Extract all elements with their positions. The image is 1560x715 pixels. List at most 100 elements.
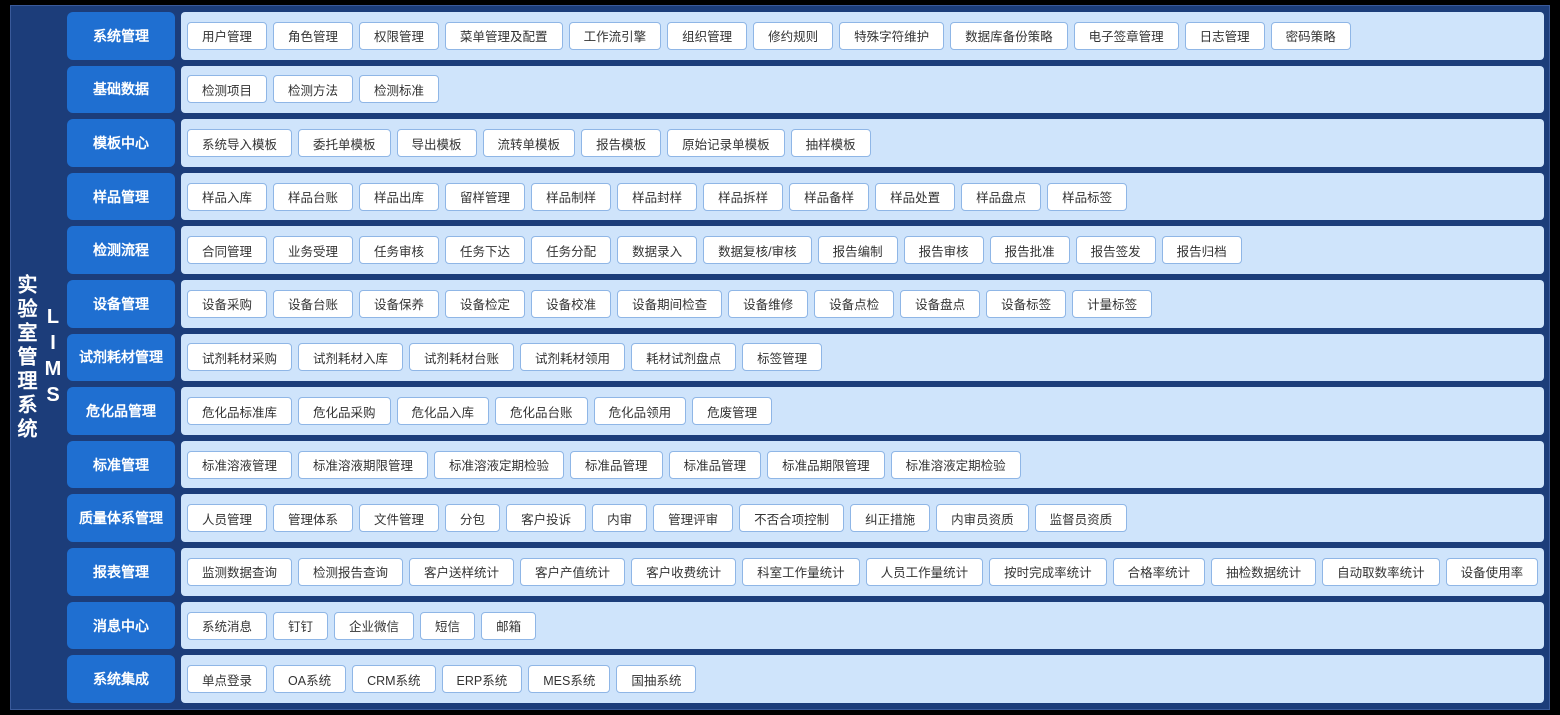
module-item[interactable]: 检测标准 [359,75,439,103]
module-item[interactable]: 管理评审 [653,504,733,532]
module-item[interactable]: 设备点检 [814,290,894,318]
module-item[interactable]: 设备使用率 [1446,558,1539,586]
module-item[interactable]: 角色管理 [273,22,353,50]
module-item[interactable]: 内审员资质 [936,504,1029,532]
module-item[interactable]: 设备检定 [445,290,525,318]
module-item[interactable]: 自动取数率统计 [1322,558,1440,586]
module-item[interactable]: 菜单管理及配置 [445,22,563,50]
module-item[interactable]: 危化品标准库 [187,397,292,425]
module-item[interactable]: 分包 [445,504,500,532]
module-item[interactable]: 流转单模板 [483,129,576,157]
module-item[interactable]: 设备标签 [986,290,1066,318]
module-item[interactable]: 危化品台账 [495,397,588,425]
module-category[interactable]: 标准管理 [67,441,175,489]
module-item[interactable]: 检测方法 [273,75,353,103]
module-category[interactable]: 报表管理 [67,548,175,596]
module-item[interactable]: 样品处置 [875,183,955,211]
module-item[interactable]: 危废管理 [692,397,772,425]
module-category[interactable]: 试剂耗材管理 [67,334,175,382]
module-category[interactable]: 质量体系管理 [67,494,175,542]
module-item[interactable]: 检测项目 [187,75,267,103]
module-item[interactable]: 样品制样 [531,183,611,211]
module-item[interactable]: 样品出库 [359,183,439,211]
module-item[interactable]: 单点登录 [187,665,267,693]
module-item[interactable]: 监督员资质 [1035,504,1128,532]
module-item[interactable]: 企业微信 [334,612,414,640]
module-category[interactable]: 设备管理 [67,280,175,328]
module-item[interactable]: 工作流引擎 [569,22,662,50]
module-item[interactable]: CRM系统 [352,665,435,693]
module-item[interactable]: 标准品期限管理 [767,451,885,479]
module-category[interactable]: 系统管理 [67,12,175,60]
module-item[interactable]: 导出模板 [397,129,477,157]
module-category[interactable]: 系统集成 [67,655,175,703]
module-item[interactable]: 报告归档 [1162,236,1242,264]
module-item[interactable]: 监测数据查询 [187,558,292,586]
module-item[interactable]: 权限管理 [359,22,439,50]
module-item[interactable]: 密码策略 [1271,22,1351,50]
module-item[interactable]: 客户投诉 [506,504,586,532]
module-item[interactable]: 样品盘点 [961,183,1041,211]
module-item[interactable]: 人员管理 [187,504,267,532]
module-item[interactable]: 用户管理 [187,22,267,50]
module-item[interactable]: 标签管理 [742,343,822,371]
module-item[interactable]: 报告审核 [904,236,984,264]
module-item[interactable]: 设备盘点 [900,290,980,318]
module-item[interactable]: 设备校准 [531,290,611,318]
module-category[interactable]: 样品管理 [67,173,175,221]
module-item[interactable]: 客户产值统计 [520,558,625,586]
module-item[interactable]: 钉钉 [273,612,328,640]
module-item[interactable]: 数据录入 [617,236,697,264]
module-item[interactable]: 原始记录单模板 [667,129,785,157]
module-item[interactable]: 报告批准 [990,236,1070,264]
module-item[interactable]: 抽样模板 [791,129,871,157]
module-item[interactable]: 业务受理 [273,236,353,264]
module-item[interactable]: 试剂耗材台账 [409,343,514,371]
module-category[interactable]: 检测流程 [67,226,175,274]
module-item[interactable]: 报告编制 [818,236,898,264]
module-item[interactable]: 修约规则 [753,22,833,50]
module-item[interactable]: 设备维修 [728,290,808,318]
module-item[interactable]: 报告模板 [581,129,661,157]
module-item[interactable]: 管理体系 [273,504,353,532]
module-item[interactable]: 内审 [592,504,647,532]
module-item[interactable]: 系统消息 [187,612,267,640]
module-item[interactable]: 计量标签 [1072,290,1152,318]
module-item[interactable]: 国抽系统 [616,665,696,693]
module-item[interactable]: 设备期间检查 [617,290,722,318]
module-item[interactable]: 纠正措施 [850,504,930,532]
module-item[interactable]: 设备采购 [187,290,267,318]
module-category[interactable]: 危化品管理 [67,387,175,435]
module-item[interactable]: 试剂耗材入库 [298,343,403,371]
module-item[interactable]: 组织管理 [667,22,747,50]
module-item[interactable]: 邮箱 [481,612,536,640]
module-category[interactable]: 消息中心 [67,602,175,650]
module-item[interactable]: 标准品管理 [669,451,762,479]
module-item[interactable]: 合格率统计 [1113,558,1206,586]
module-item[interactable]: 样品备样 [789,183,869,211]
module-item[interactable]: 任务分配 [531,236,611,264]
module-item[interactable]: 短信 [420,612,475,640]
module-item[interactable]: 不否合项控制 [739,504,844,532]
module-item[interactable]: 数据复核/审核 [703,236,811,264]
module-item[interactable]: 样品入库 [187,183,267,211]
module-item[interactable]: 按时完成率统计 [989,558,1107,586]
module-item[interactable]: 设备台账 [273,290,353,318]
module-item[interactable]: 任务下达 [445,236,525,264]
module-item[interactable]: 样品封样 [617,183,697,211]
module-item[interactable]: 标准品管理 [570,451,663,479]
module-item[interactable]: 样品标签 [1047,183,1127,211]
module-item[interactable]: 标准溶液期限管理 [298,451,428,479]
module-item[interactable]: 报告签发 [1076,236,1156,264]
module-item[interactable]: 特殊字符维护 [839,22,944,50]
module-item[interactable]: 留样管理 [445,183,525,211]
module-item[interactable]: 标准溶液定期检验 [434,451,564,479]
module-item[interactable]: 试剂耗材领用 [520,343,625,371]
module-item[interactable]: 检测报告查询 [298,558,403,586]
module-item[interactable]: 耗材试剂盘点 [631,343,736,371]
module-item[interactable]: 样品拆样 [703,183,783,211]
module-category[interactable]: 模板中心 [67,119,175,167]
module-item[interactable]: 危化品入库 [397,397,490,425]
module-item[interactable]: 合同管理 [187,236,267,264]
module-item[interactable]: 客户收费统计 [631,558,736,586]
